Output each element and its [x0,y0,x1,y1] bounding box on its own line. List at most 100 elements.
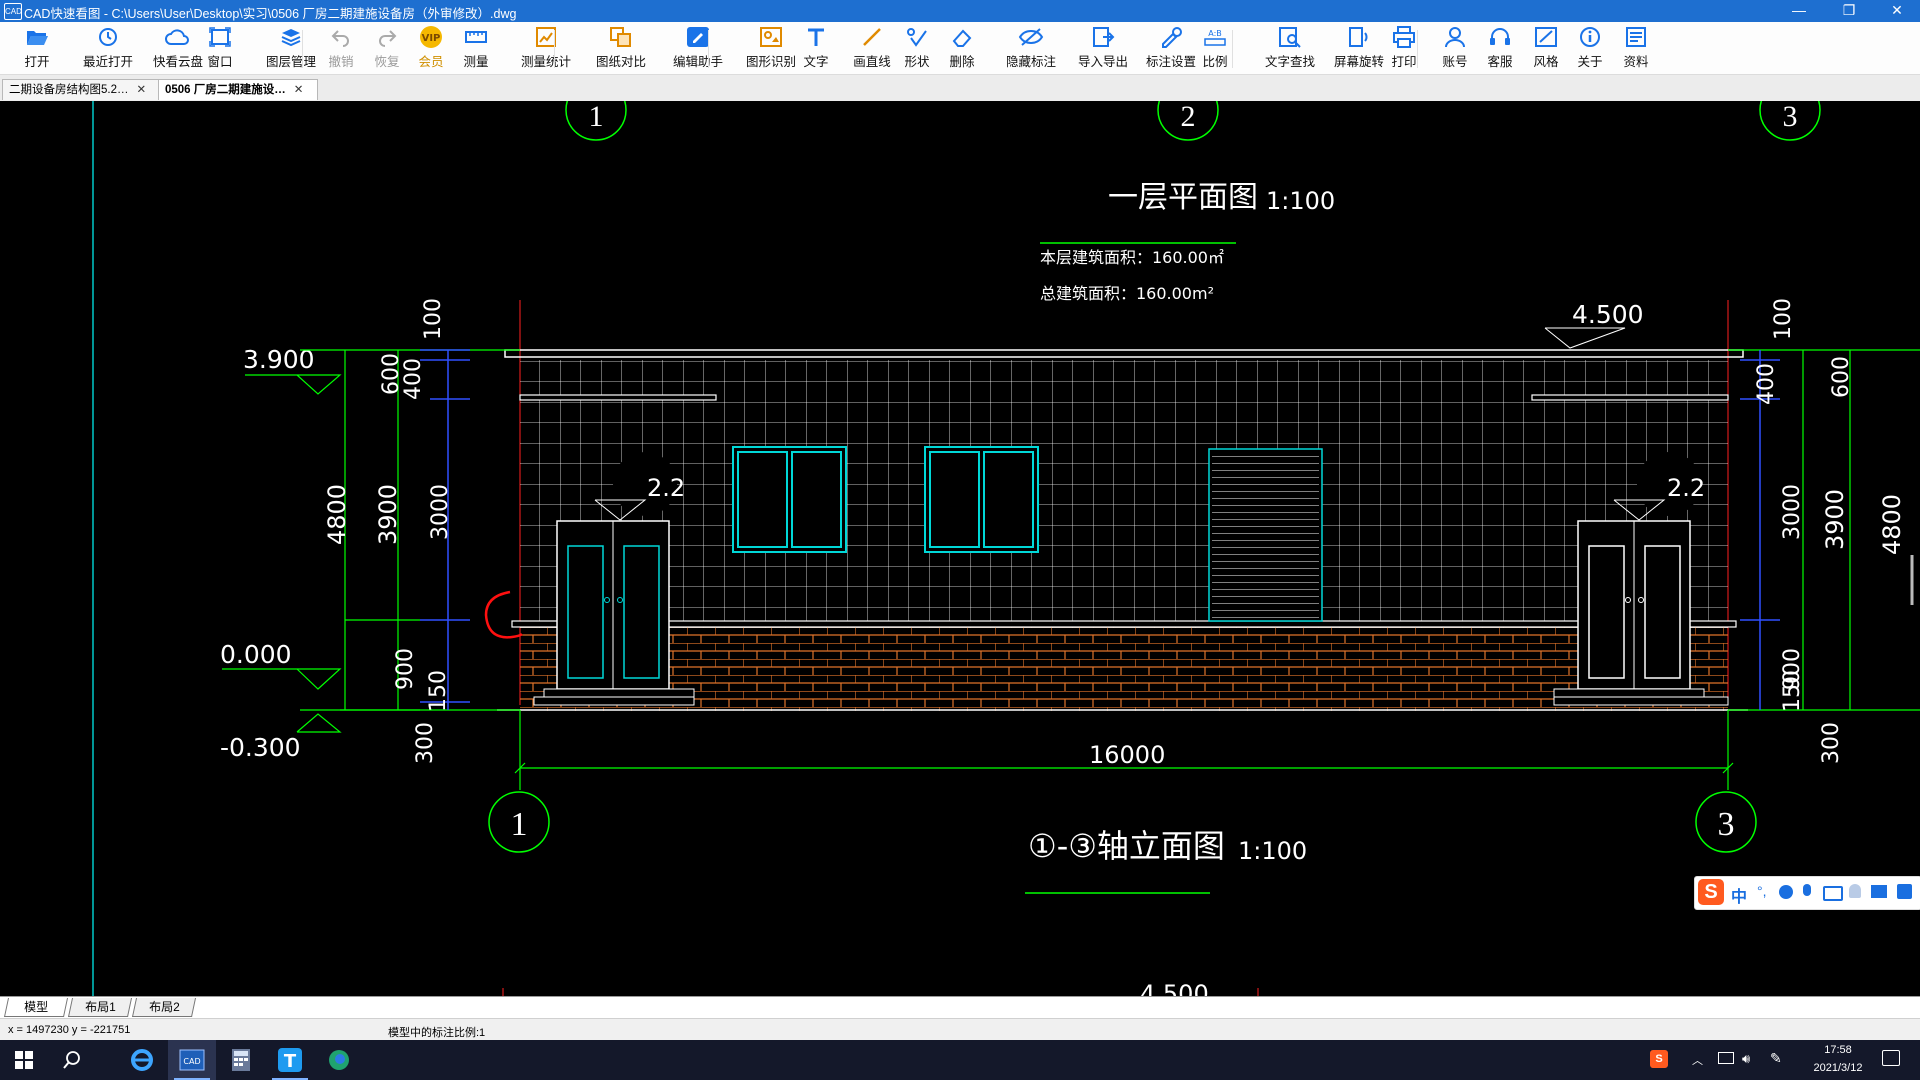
toolbar-button-window-frame[interactable]: 窗口 [205,24,235,72]
toolbar-button-library[interactable]: 资料 [1621,24,1651,72]
toolbar-button-compare[interactable]: 图纸对比 [593,24,649,72]
toolbar-button-redo[interactable]: 恢复 [372,24,402,72]
toolbar-button-label: 隐藏标注 [1005,55,1056,69]
skin-icon[interactable] [1871,885,1887,898]
tab-model[interactable]: 模型 [3,998,69,1017]
keyboard-icon[interactable] [1823,886,1843,901]
close-button[interactable]: ✕ [1874,0,1920,22]
library-icon [1622,24,1650,50]
windows-start-icon[interactable] [0,1040,48,1080]
dim-left-900: 900 [393,648,418,690]
ime-mode-toggle[interactable]: 中 [1731,883,1747,907]
window-title: CAD快速看图 - C:\Users\User\Desktop\实习\0506 … [24,7,517,21]
pen-icon[interactable]: ✎ [1770,1050,1782,1067]
toolbar-button-annotation-settings[interactable]: 标注设置 [1143,24,1199,72]
plan-title: 一层平面图 [1108,180,1258,215]
svg-text:CAD: CAD [183,1057,200,1066]
dim-left-3000: 3000 [428,484,453,540]
toolbar-button-import-export[interactable]: 导入导出 [1075,24,1131,72]
plan-scale: 1:100 [1266,187,1335,215]
toolbar-button-layers[interactable]: 图层管理 [263,24,319,72]
clock-date[interactable]: 2021/3/12 [1800,1062,1876,1074]
canopy-right [1531,394,1729,401]
close-icon[interactable]: ✕ [137,84,147,96]
close-icon[interactable]: ✕ [294,84,304,96]
edge-icon[interactable] [315,1040,363,1080]
toolbar-button-label: 账号 [1442,55,1468,69]
toolbar-button-line[interactable]: 画直线 [851,24,893,72]
toolbar-button-measure-stats[interactable]: 测量统计 [518,24,574,72]
elevation-scale: 1:100 [1238,837,1307,865]
level-3900: 3.900 [243,345,315,374]
toolbar-button-shape[interactable]: 形状 [902,24,932,72]
toolbar-button-text-search[interactable]: 文字查找 [1262,24,1318,72]
cad-viewer-icon[interactable]: CAD [168,1040,216,1080]
maximize-button[interactable]: ❐ [1826,0,1872,22]
cad-drawing[interactable]: 1 2 3 一层平面图 1:100 本层建筑面积：160.00㎡ 总建筑面积：1… [0,101,1920,996]
toolbar-button-hide-eye[interactable]: 隐藏标注 [1003,24,1059,72]
minimize-button[interactable]: — [1776,0,1822,22]
toolbar-button-style[interactable]: 风格 [1531,24,1561,72]
volume-icon[interactable]: 🔊︎ [1742,1051,1750,1067]
markup-annotation[interactable] [484,590,523,639]
chevron-up-icon[interactable]: ︿ [1692,1052,1703,1068]
undo-icon [327,24,355,50]
toolbar-button-ruler[interactable]: 测量 [461,24,491,72]
t-app-icon[interactable]: T [266,1040,314,1080]
floor-area-text: 本层建筑面积：160.00㎡ [1040,248,1224,267]
clock-time[interactable]: 17:58 [1808,1044,1868,1056]
toolbar-button-printer[interactable]: 打印 [1389,24,1419,72]
punctuation-icon[interactable]: °, [1757,883,1767,899]
level-0000: 0.000 [220,640,292,669]
toolbar-button-headset[interactable]: 客服 [1485,24,1515,72]
toolbar-button-undo[interactable]: 撤销 [326,24,356,72]
toolbar-button-user[interactable]: 账号 [1440,24,1470,72]
search-icon[interactable] [48,1040,96,1080]
toolbar-button-folder-open[interactable]: 打开 [22,24,52,72]
sogou-tray-icon[interactable]: S [1650,1050,1668,1068]
annotation-scale-message: 模型中的标注比例:1 [388,1027,486,1039]
printer-icon [1390,24,1418,50]
toolbar-button-vip[interactable]: VIP 会员 [416,24,446,72]
dim-width-16000: 16000 [1089,741,1165,769]
toolbox-icon[interactable] [1897,884,1912,899]
toolbar-button-label: 最近打开 [82,55,133,69]
title-bar: CAD CAD快速看图 - C:\Users\User\Desktop\实习\0… [0,0,1920,22]
plinth-band [511,620,1737,628]
toolbar-button-label: 窗口 [207,55,233,69]
doc-tab-structure[interactable]: 二期设备房结构图5.2… ✕ [2,79,162,100]
ie-icon[interactable] [118,1040,166,1080]
doc-tab-label: 二期设备房结构图5.2… [9,84,129,96]
toolbar-button-label: 快看云盘 [152,55,203,69]
axis-label-1: 1 [511,806,528,843]
style-icon [1532,24,1560,50]
toolbar-button-edit-assistant[interactable]: 编辑助手 [670,24,726,72]
notification-icon[interactable] [1882,1050,1900,1066]
toolbar-button-recent-clock[interactable]: 最近打开 [80,24,136,72]
ime-toolbar[interactable]: S 中 °, [1694,876,1920,910]
sogou-logo-icon[interactable]: S [1698,879,1724,905]
user-icon[interactable] [1849,884,1861,898]
window-1 [732,446,847,553]
toolbar-button-info[interactable]: 关于 [1575,24,1605,72]
toolbar-button-label: 风格 [1533,55,1559,69]
tab-layout-1[interactable]: 布局1 [67,998,133,1017]
tab-layout-2[interactable]: 布局2 [131,998,197,1017]
toolbar-button-text[interactable]: 文字 [801,24,831,72]
toolbar-button-scale[interactable]: A:B 比例 [1200,24,1230,72]
toolbar-button-shape-recognize[interactable]: 图形识别 [743,24,799,72]
network-icon[interactable] [1718,1052,1734,1064]
hide-eye-icon [1017,24,1045,50]
microphone-icon[interactable] [1803,884,1811,896]
doc-tab-architecture[interactable]: 0506 厂房二期建施设… ✕ [158,79,318,100]
dim-left-100: 100 [421,298,446,340]
level-symbol [296,713,342,733]
drawing-canvas[interactable]: 1 2 3 一层平面图 1:100 本层建筑面积：160.00㎡ 总建筑面积：1… [0,101,1920,996]
toolbar-button-eraser[interactable]: 删除 [947,24,977,72]
eraser-icon [948,24,976,50]
emoji-icon[interactable] [1779,885,1793,899]
calculator-icon[interactable] [217,1040,265,1080]
folder-open-icon [23,24,51,50]
toolbar-button-rotate-screen[interactable]: 屏幕旋转 [1331,24,1387,72]
toolbar-button-cloud[interactable]: 快看云盘 [150,24,206,72]
